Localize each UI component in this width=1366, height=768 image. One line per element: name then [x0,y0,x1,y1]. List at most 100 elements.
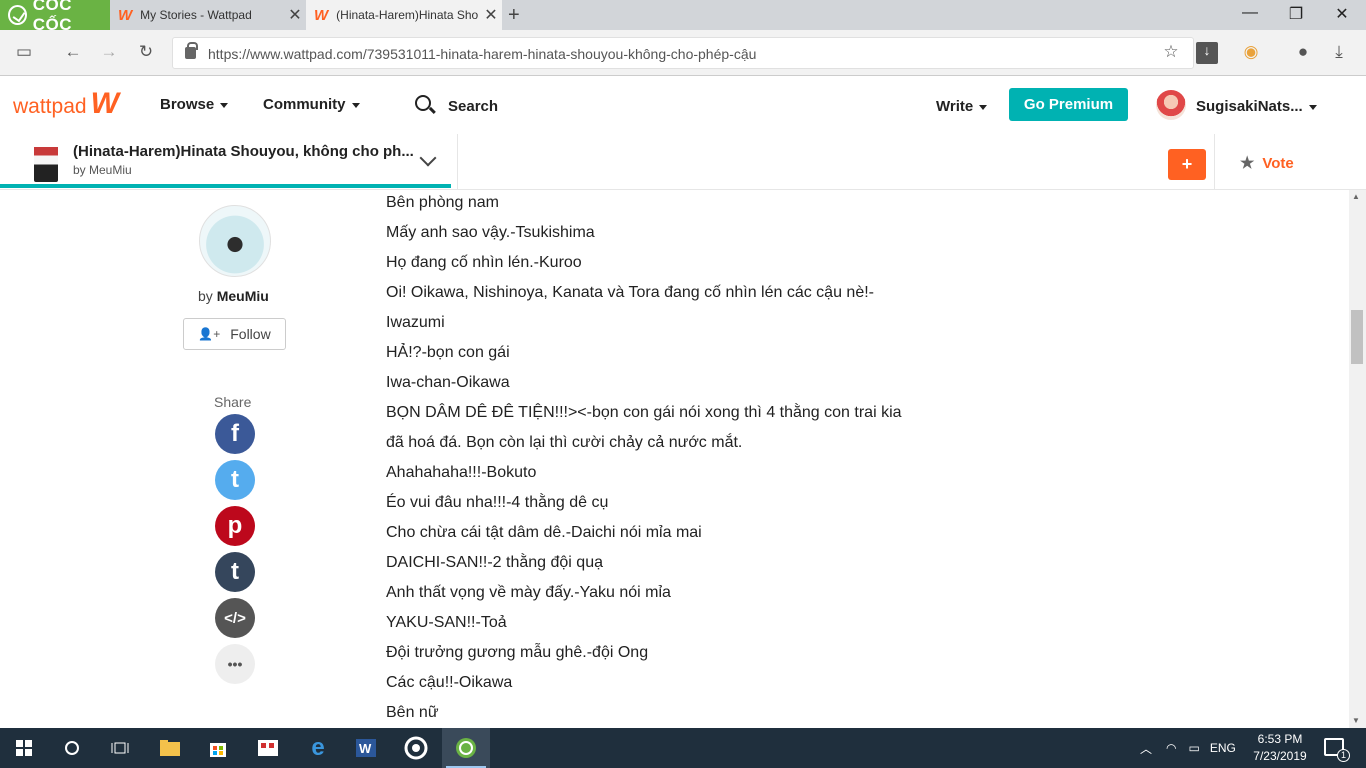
word-icon[interactable]: W [342,728,390,768]
caret-down-icon [979,104,988,110]
reading-progress-bar [0,184,451,188]
story-text: Bên phòng nam Mấy anh sao vậy.-Tsukishima… [386,190,946,730]
write-menu[interactable]: Write [936,98,988,115]
close-tab-icon[interactable]: ✕ [284,5,306,25]
tab-title: My Stories - Wattpad [140,8,252,22]
story-paragraph: Đội trưởng gương mẫu ghê.-đội Ong [386,644,649,661]
notification-center-icon[interactable]: 1 [1324,738,1350,762]
notification-count: 1 [1337,749,1350,762]
share-embed-button[interactable]: </> [215,598,255,638]
coccoc-menu-button[interactable]: CỐC CỐC [0,0,110,34]
lock-icon [185,42,198,59]
close-window-button[interactable]: ✕ [1322,4,1362,24]
search-icon[interactable] [415,95,431,111]
minimize-button[interactable]: — [1230,4,1270,22]
vote-label: Vote [1262,155,1294,172]
scrollbar-thumb[interactable] [1351,310,1363,364]
author-avatar[interactable] [199,205,271,277]
address-bar[interactable]: https://www.wattpad.com/739531011-hinata… [172,37,1194,69]
story-paragraph: Họ đang cố nhìn lén.-Kuroo [386,254,582,271]
coccoc-logo-icon [8,5,27,25]
tab-title: (Hinata-Harem)Hinata Sho [336,8,479,22]
download-arrow-icon[interactable]: ↓ [1196,42,1218,64]
user-avatar[interactable] [1156,90,1186,120]
share-facebook-button[interactable]: f [215,414,255,454]
share-tumblr-button[interactable]: t [215,552,255,592]
story-paragraph: BỌN DÂM DÊ ĐÊ TIỆN!!!><-bọn con gái nói … [386,404,902,421]
community-label: Community [263,96,346,113]
divider [1214,134,1215,190]
scroll-down-arrow-icon[interactable]: ▼ [1352,716,1360,725]
more-icon: ••• [227,656,243,672]
forward-arrow-icon[interactable]: → [98,42,120,62]
story-cover-image[interactable] [34,138,58,182]
embed-icon: </> [224,609,246,627]
scroll-up-arrow-icon[interactable]: ▲ [1352,192,1360,201]
maximize-button[interactable]: ❐ [1276,4,1316,24]
share-more-button[interactable]: ••• [215,644,255,684]
browser-tab-bar: CỐC CỐC W My Stories - Wattpad ✕ W (Hina… [0,0,1366,34]
search-circle-icon[interactable] [48,728,96,768]
story-paragraph: Cho chừa cái tật dâm dê.-Daichi nói mỉa … [386,524,702,541]
wattpad-logo[interactable]: wattpad W [13,87,119,121]
story-paragraph: đã hoá đá. Bọn còn lại thì cười chảy cả … [386,434,743,451]
scrollbar-track[interactable] [1349,190,1366,728]
extension-icon[interactable]: ◉ [1240,42,1262,62]
story-paragraph: Ahahahaha!!!-Bokuto [386,464,537,481]
twitter-icon: t [231,466,239,493]
user-menu[interactable]: SugisakiNats... [1196,98,1317,115]
file-explorer-icon[interactable] [146,728,194,768]
share-pinterest-button[interactable]: p [215,506,255,546]
bookmark-star-icon[interactable]: ☆ [1160,42,1182,62]
browse-menu[interactable]: Browse [160,96,229,113]
sidebar-toggle-icon[interactable]: ▭ [13,42,35,62]
story-paragraph: Oi! Oikawa, Nishinoya, Kanata và Tora đa… [386,284,874,301]
story-author[interactable]: by MeuMiu [73,163,132,177]
add-to-library-button[interactable]: + [1168,149,1206,180]
chevron-up-icon[interactable]: ︿ [1140,740,1152,757]
story-title[interactable]: (Hinata-Harem)Hinata Shouyou, không cho … [73,143,414,160]
story-paragraph: Iwa-chan-Oikawa [386,374,510,391]
edge-browser-icon[interactable]: e [294,728,342,768]
media-app-icon[interactable] [392,728,440,768]
story-paragraph: DAICHI-SAN!!-2 thằng đội quạ [386,554,603,571]
go-premium-button[interactable]: Go Premium [1009,88,1128,121]
clock[interactable]: 6:53 PM 7/23/2019 [1250,731,1310,765]
store-icon[interactable] [194,728,242,768]
share-label: Share [214,394,252,410]
coccoc-taskbar-icon[interactable] [442,728,490,768]
tab-my-stories[interactable]: W My Stories - Wattpad ✕ [110,0,306,30]
story-paragraph: Các cậu!!-Oikawa [386,674,513,691]
pinterest-icon: p [227,512,243,539]
close-tab-icon[interactable]: ✕ [480,5,502,25]
add-user-icon: 👤+ [198,327,221,341]
write-label: Write [936,98,974,115]
vote-button[interactable]: ★ Vote [1240,153,1294,173]
story-paragraph: Éo vui đâu nha!!!-4 thằng dê cụ [386,494,609,511]
wattpad-header: wattpad W Browse Community Search Write … [0,76,1366,134]
wattpad-wordmark: wattpad [13,95,87,118]
share-twitter-button[interactable]: t [215,460,255,500]
app-icon[interactable] [244,728,292,768]
reload-icon[interactable]: ↻ [135,42,157,62]
tab-current-story[interactable]: W (Hinata-Harem)Hinata Sho ✕ [306,0,502,30]
downloads-icon[interactable]: ⤓ [1328,42,1350,62]
community-menu[interactable]: Community [263,96,360,113]
author-byline: by MeuMiu [198,288,269,304]
by-label: by [198,288,213,304]
author-name[interactable]: MeuMiu [217,288,269,304]
follow-label: Follow [230,326,271,342]
browser-toolbar: ▭ ← → ↻ https://www.wattpad.com/73953101… [0,30,1366,76]
back-arrow-icon[interactable]: ← [62,42,84,62]
profile-icon[interactable]: ● [1292,42,1314,62]
language-indicator[interactable]: ENG [1210,741,1236,755]
tumblr-icon: t [231,558,239,585]
task-view-icon[interactable] [96,728,144,768]
start-button[interactable] [0,728,48,768]
follow-button[interactable]: 👤+ Follow [183,318,286,350]
volume-icon[interactable]: ▭ [1189,741,1200,755]
new-tab-button[interactable]: + [508,4,520,27]
search-button[interactable]: Search [448,98,498,115]
chevron-down-icon[interactable] [419,149,437,167]
wifi-icon[interactable]: ◠ [1166,741,1176,755]
